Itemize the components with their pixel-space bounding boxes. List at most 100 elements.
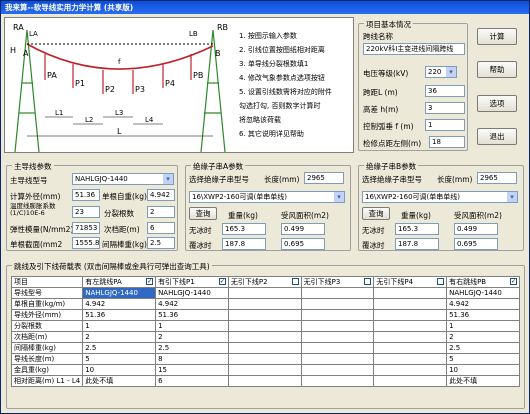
table-cell[interactable] [227,375,302,387]
table-cell[interactable] [227,342,302,354]
p4-checkbox[interactable] [437,278,445,285]
table-cell[interactable]: 2.5 [155,342,229,354]
table-cell[interactable]: 1 [82,320,157,332]
exit-button[interactable]: 退出 [477,128,517,145]
insa-w2-input[interactable]: 187.8 [222,238,266,250]
table-cell[interactable]: 4.942 [82,298,157,310]
od-input[interactable]: 51.36 [72,189,100,201]
table-cell[interactable]: NAHLGJQ-1440 [82,287,157,299]
table-cell[interactable]: 2.5 [82,342,157,354]
table-cell[interactable]: NAHLGJQ-1440 [446,287,520,299]
table-cell[interactable] [300,375,375,387]
insa-len-input[interactable]: 2965 [304,172,344,184]
grid-header-pb[interactable]: 有右跳线PB ✓ [446,276,520,288]
table-row[interactable]: 金具重(kg) 10 15 10 [10,364,520,376]
table-cell[interactable] [227,287,302,299]
table-cell[interactable]: 4.942 [446,298,520,310]
table-cell[interactable] [300,342,375,354]
load-grid[interactable]: 项目 有左跳线PA ✓ 有引下线P1 ✓ 无引下线P2 无引下线P3 无引下线P4 … [10,276,520,387]
unit-input[interactable]: 4.942 [147,189,175,201]
table-row[interactable]: 导线长度(m) 5 8 5 [10,353,520,365]
table-cell[interactable] [373,309,448,321]
table-cell[interactable] [300,320,375,332]
table-cell[interactable] [300,287,375,299]
split-input[interactable]: 2 [147,206,175,218]
table-cell[interactable] [227,331,302,343]
area-input[interactable]: 1555.8 [72,237,100,249]
table-cell[interactable]: 5 [446,353,520,365]
insa-a1-input[interactable]: 0.499 [281,223,325,235]
p1-checkbox[interactable]: ✓ [218,278,226,285]
table-cell[interactable] [227,364,302,376]
table-cell[interactable] [373,298,448,310]
table-cell[interactable]: 2 [82,331,157,343]
mod-input[interactable]: 71853 [72,222,100,234]
table-row[interactable]: 导线外径(mm) 51.36 51.36 51.36 [10,309,520,321]
table-cell[interactable]: 5 [82,353,157,365]
p2-checkbox[interactable] [291,278,299,285]
table-cell[interactable] [300,331,375,343]
table-cell[interactable] [227,309,302,321]
sag-input[interactable]: 1 [425,119,465,131]
table-cell[interactable]: 10 [446,364,520,376]
table-cell[interactable] [227,298,302,310]
main-type-select[interactable]: NAHLGJQ-1440 [72,173,174,185]
options-button[interactable]: 选项 [477,95,517,112]
insa-type-select[interactable]: 16\XWP2-160可调(单串单线) [189,191,345,203]
grid-header-p1[interactable]: 有引下线P1 ✓ [155,276,229,288]
insb-a2-input[interactable]: 0.695 [454,238,498,250]
insa-w1-input[interactable]: 165.3 [222,223,266,235]
temp-input[interactable]: 23 [72,206,100,218]
table-cell[interactable] [373,353,448,365]
table-row[interactable]: 次档距(m) 2 2 2 [10,331,520,343]
table-cell[interactable]: 2 [155,331,229,343]
table-row[interactable]: 单根自重(kg/m) 4.942 4.942 4.942 [10,298,520,310]
span-input[interactable]: 36 [425,85,465,97]
table-cell[interactable] [300,298,375,310]
calc-button[interactable]: 计算 [477,28,517,45]
grid-header-pa[interactable]: 有左跳线PA ✓ [82,276,157,288]
insb-type-select[interactable]: 16\XWP2-160可调(单串单线) [362,191,518,203]
table-cell[interactable]: 4.942 [155,298,229,310]
grid-header-p2[interactable]: 无引下线P2 [227,276,302,288]
table-cell[interactable] [300,309,375,321]
table-cell[interactable]: 51.36 [155,309,229,321]
table-cell[interactable] [227,353,302,365]
insb-len-input[interactable]: 2965 [477,172,517,184]
table-cell[interactable] [227,320,302,332]
table-cell[interactable] [373,364,448,376]
table-cell[interactable]: 51.36 [82,309,157,321]
sub-input[interactable]: 6 [147,222,175,234]
sec-input[interactable]: 18 [429,136,465,148]
table-cell[interactable]: 8 [155,353,229,365]
insb-query-button[interactable]: 查询 [362,207,390,220]
table-cell[interactable] [373,331,448,343]
table-cell[interactable] [373,375,448,387]
table-row[interactable]: 间隔棒重(kg) 2.5 2.5 2.5 [10,342,520,354]
table-row[interactable]: 相对距离(m) L1 - L4 此处不填 6 此处不填 [10,375,520,387]
table-cell[interactable] [300,353,375,365]
help-button[interactable]: 帮助 [477,61,517,78]
pb-checkbox[interactable]: ✓ [510,278,517,285]
table-cell[interactable]: 15 [155,364,229,376]
name-input[interactable]: 220kV科I主变进线间隔跨线 [363,43,465,55]
voltage-select[interactable]: 220 [425,66,457,78]
insa-a2-input[interactable]: 0.695 [281,238,325,250]
grid-header-p3[interactable]: 无引下线P3 [300,276,375,288]
table-row[interactable]: 分裂根数 1 1 1 [10,320,520,332]
table-cell[interactable] [300,364,375,376]
table-row[interactable]: 导线型号 NAHLGJQ-1440 NAHLGJQ-1440 NAHLGJQ-1440 [10,287,520,299]
insb-w1-input[interactable]: 165.3 [395,223,439,235]
height-input[interactable]: 3 [425,102,465,114]
table-cell[interactable]: 1 [155,320,229,332]
insb-w2-input[interactable]: 187.8 [395,238,439,250]
table-cell[interactable]: 6 [155,375,229,387]
p3-checkbox[interactable] [364,278,372,285]
table-cell[interactable]: 此处不填 [82,375,157,387]
table-cell[interactable] [373,320,448,332]
insb-a1-input[interactable]: 0.499 [454,223,498,235]
pa-checkbox[interactable]: ✓ [146,278,154,285]
grid-header-p4[interactable]: 无引下线P4 [373,276,448,288]
table-cell[interactable]: 2 [446,331,520,343]
insa-query-button[interactable]: 查询 [189,207,217,220]
